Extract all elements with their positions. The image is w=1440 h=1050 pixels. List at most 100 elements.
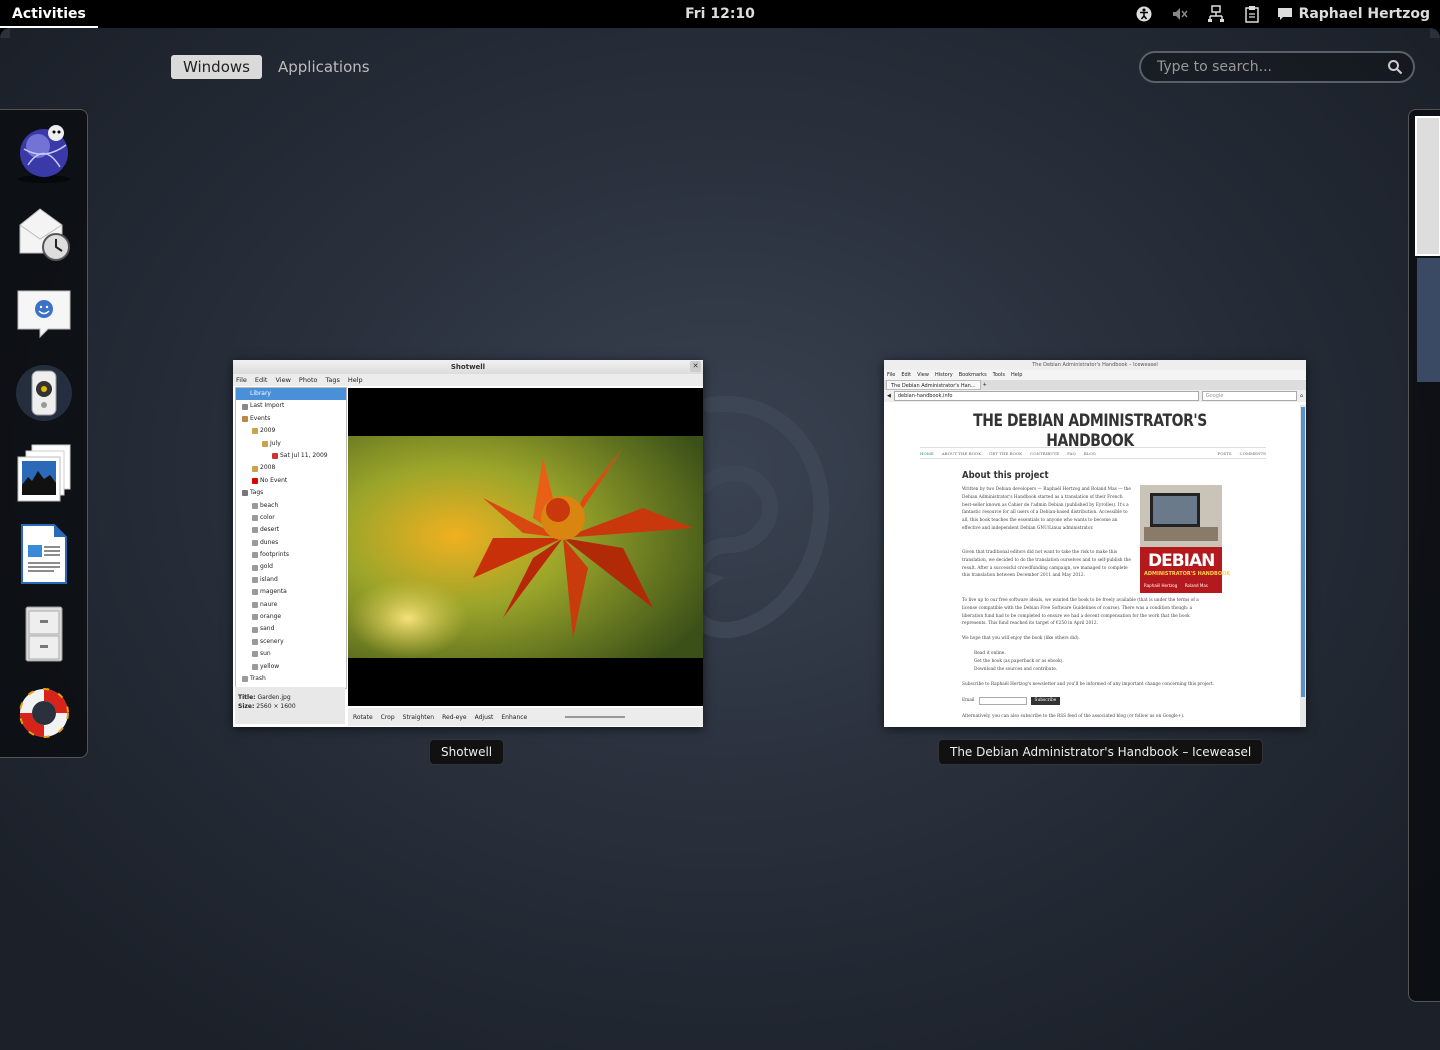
accessibility-icon[interactable] (1133, 0, 1155, 28)
subscribe-button[interactable]: Subscribe (1030, 697, 1061, 705)
tree-node-icon (252, 539, 258, 546)
sidebar-item[interactable]: dunes (236, 537, 346, 549)
menu-file[interactable]: File (887, 370, 895, 380)
sidebar-item[interactable]: July (236, 438, 346, 450)
files-cabinet-icon (25, 606, 63, 662)
window-shotwell[interactable]: Shotwell ✕ File Edit View Photo Tags Help… (233, 360, 703, 727)
rss-comments-link[interactable]: COMMENTS (1240, 451, 1266, 456)
close-icon[interactable]: ✕ (690, 361, 701, 372)
menu-edit[interactable]: Edit (901, 370, 911, 380)
window-caption-shotwell[interactable]: Shotwell (429, 739, 505, 765)
new-tab-button[interactable]: + (983, 380, 987, 390)
rss-posts-link[interactable]: POSTS (1218, 451, 1232, 456)
dash-item-files[interactable] (11, 598, 77, 668)
sidebar-item[interactable]: Tags (236, 487, 346, 499)
sidebar-item[interactable]: No Event (236, 475, 346, 487)
red-eye-button[interactable]: Red-eye (442, 714, 467, 721)
sidebar-item[interactable]: yellow (236, 661, 346, 673)
tab-windows[interactable]: Windows (171, 55, 262, 79)
url-bar[interactable]: debian-handbook.info (893, 391, 1199, 401)
menu-tools[interactable]: Tools (993, 370, 1005, 380)
menu-tags[interactable]: Tags (325, 374, 339, 386)
sidebar-item[interactable]: 2008 (236, 462, 346, 474)
workspace-1-thumbnail[interactable] (1415, 116, 1440, 256)
tab-applications[interactable]: Applications (266, 55, 382, 79)
sidebar-item[interactable]: Trash (236, 673, 346, 685)
straighten-button[interactable]: Straighten (403, 714, 434, 721)
scrollbar[interactable] (1300, 405, 1306, 727)
list-item[interactable]: Download the sources and contribute. (974, 666, 1214, 674)
email-field[interactable] (978, 697, 1027, 705)
window-caption-iceweasel[interactable]: The Debian Administrator's Handbook – Ic… (938, 739, 1264, 765)
photo-viewer[interactable] (348, 388, 703, 706)
home-icon[interactable]: ⌂ (1300, 393, 1303, 399)
sidebar-item[interactable]: naure (236, 599, 346, 611)
dash-item-evolution[interactable] (11, 198, 77, 268)
book-cover[interactable]: DEBIAN ADMINISTRATOR'S HANDBOOK Raphaël … (1140, 485, 1230, 593)
search-bar[interactable]: Google (1201, 391, 1297, 401)
activities-button[interactable]: Activities (0, 0, 98, 28)
workspace-2-thumbnail[interactable] (1417, 258, 1440, 382)
dash-item-rhythmbox[interactable] (11, 358, 77, 428)
zoom-slider[interactable] (565, 716, 626, 718)
list-item[interactable]: Get the book (as paperback or as ebook). (974, 658, 1214, 666)
enhance-button[interactable]: Enhance (501, 714, 527, 721)
sidebar-item[interactable]: scenery (236, 636, 346, 648)
sidebar-item[interactable]: island (236, 574, 346, 586)
menu-view[interactable]: View (917, 370, 929, 380)
nav-home[interactable]: HOME (920, 451, 934, 456)
dash-item-web-browser[interactable] (11, 118, 77, 188)
user-menu[interactable]: Raphael Hertzog (1277, 6, 1430, 22)
menu-help[interactable]: Help (1011, 370, 1022, 380)
sidebar-item[interactable]: gold (236, 561, 346, 573)
nav-faq[interactable]: FAQ (1067, 451, 1076, 456)
menu-view[interactable]: View (275, 374, 290, 386)
sidebar-item[interactable]: Library (236, 388, 346, 401)
sidebar-item[interactable]: desert (236, 524, 346, 536)
menu-edit[interactable]: Edit (255, 374, 268, 386)
rotate-button[interactable]: Rotate (353, 714, 373, 721)
sidebar-item[interactable]: beach (236, 500, 346, 512)
menu-photo[interactable]: Photo (299, 374, 318, 386)
sidebar-item-label: Sat Jul 11, 2009 (280, 451, 328, 459)
sidebar-item[interactable]: Events (236, 413, 346, 425)
network-wired-icon[interactable] (1205, 0, 1227, 28)
tree-node-icon (252, 515, 258, 522)
window-titlebar: The Debian Administrator's Handbook – Ic… (884, 360, 1306, 370)
dash-item-empathy[interactable] (11, 278, 77, 348)
sidebar-item[interactable]: footprints (236, 549, 346, 561)
window-iceweasel[interactable]: The Debian Administrator's Handbook – Ic… (884, 360, 1306, 727)
dash-item-shotwell[interactable] (11, 438, 77, 508)
nav-about[interactable]: ABOUT THE BOOK (942, 451, 981, 456)
sidebar-item[interactable]: magenta (236, 586, 346, 598)
crop-button[interactable]: Crop (381, 714, 395, 721)
search-input[interactable] (1155, 58, 1387, 76)
paragraph-4: We hope that you will enjoy the book (li… (962, 636, 1080, 641)
volume-muted-icon[interactable] (1169, 0, 1191, 28)
clock-label[interactable]: Fri 12:10 (685, 6, 755, 22)
dash-item-help[interactable] (11, 678, 77, 748)
sidebar-item[interactable]: 2009 (236, 425, 346, 437)
tree-node-icon (242, 391, 248, 398)
nav-contribute[interactable]: CONTRIBUTE (1030, 451, 1059, 456)
list-item[interactable]: Read it online. (974, 650, 1214, 658)
nav-get[interactable]: GET THE BOOK (989, 451, 1022, 456)
sidebar-item[interactable]: sun (236, 648, 346, 660)
menu-bookmarks[interactable]: Bookmarks (959, 370, 987, 380)
sidebar-item[interactable]: color (236, 512, 346, 524)
search-entry[interactable] (1139, 51, 1415, 83)
adjust-button[interactable]: Adjust (475, 714, 494, 721)
sidebar-item[interactable]: Sat Jul 11, 2009 (236, 450, 346, 462)
sidebar-item[interactable]: orange (236, 611, 346, 623)
back-icon[interactable]: ◀ (887, 393, 891, 399)
clipboard-icon[interactable] (1241, 0, 1263, 28)
menu-history[interactable]: History (935, 370, 953, 380)
sidebar-item[interactable]: sand (236, 623, 346, 635)
browser-tab[interactable]: The Debian Administrator's Han... (886, 380, 981, 390)
menu-help[interactable]: Help (348, 374, 363, 386)
sidebar-item[interactable]: Last Import (236, 400, 346, 412)
libreoffice-writer-icon (21, 524, 67, 584)
nav-blog[interactable]: BLOG (1084, 451, 1096, 456)
menu-file[interactable]: File (236, 374, 247, 386)
dash-item-libreoffice-writer[interactable] (11, 518, 77, 588)
